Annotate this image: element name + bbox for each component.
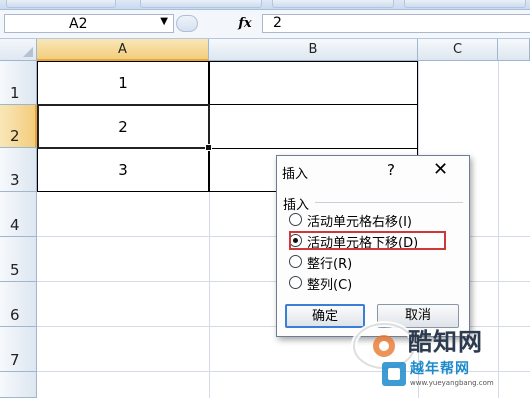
row-header-3[interactable]: 3 [0,148,37,192]
select-all-triangle-icon [23,47,33,57]
close-icon[interactable]: ✕ [433,159,448,180]
row-header-1[interactable]: 1 [0,61,37,105]
radio-label: 整行(R) [307,257,353,272]
ribbon-tab[interactable] [140,0,262,8]
select-all-corner[interactable] [0,39,37,61]
formula-bar-splitter[interactable] [176,15,198,32]
group-divider [315,202,463,203]
row-header-2[interactable]: 2 [0,105,37,148]
ribbon-tab[interactable] [404,0,526,8]
insert-function-icon[interactable]: fx [232,14,258,33]
radio-circle[interactable] [289,276,302,289]
row-header-4[interactable]: 4 [0,192,37,237]
formula-value: 2 [273,15,282,31]
ribbon-tab[interactable] [272,0,394,8]
chevron-down-icon[interactable]: ▼ [160,16,168,27]
row-label: 2 [10,127,20,145]
dialog-title: 插入 [282,167,309,182]
row-label: 6 [10,306,20,324]
group-label: 插入 [283,198,310,213]
watermark: 酷知网 越年帮网 www.yueyangbang.com [348,310,530,398]
help-icon[interactable]: ? [387,161,395,179]
formula-input[interactable]: 2 [262,14,530,33]
column-header-d[interactable] [498,39,530,61]
radio-circle[interactable] [289,255,302,268]
row-label: 3 [10,171,20,189]
row-label: 7 [10,351,20,369]
row-header-6[interactable]: 6 [0,282,37,327]
radio-label: 活动单元格右移(I) [307,215,412,230]
annotation-highlight-box [289,231,446,250]
cell-a3[interactable]: 3 [37,161,209,179]
watermark-url: www.yueyangbang.com [410,379,494,387]
name-box[interactable]: A2 ▼ [4,14,174,33]
column-header-b[interactable]: B [209,39,418,61]
column-header-a[interactable]: A [37,39,209,61]
row-label: 5 [10,261,20,279]
fill-handle[interactable] [205,144,212,151]
column-header-c[interactable]: C [418,39,498,61]
row-label: 1 [10,84,20,102]
active-cell-border [37,104,210,149]
row-header-8[interactable] [0,372,37,398]
formula-bar: A2 ▼ fx 2 [0,10,530,39]
cell-a1[interactable]: 1 [37,74,209,92]
row-header-5[interactable]: 5 [0,237,37,282]
ribbon-strip [0,0,530,10]
name-box-value: A2 [69,16,88,32]
ribbon-tab[interactable] [6,0,116,8]
row-label: 4 [10,216,20,234]
row-header-7[interactable]: 7 [0,327,37,372]
radio-label: 整列(C) [307,278,353,293]
watermark-brand-secondary: 越年帮网 [410,361,470,377]
watermark-brand: 酷知网 [408,328,483,356]
radio-circle[interactable] [289,213,302,226]
